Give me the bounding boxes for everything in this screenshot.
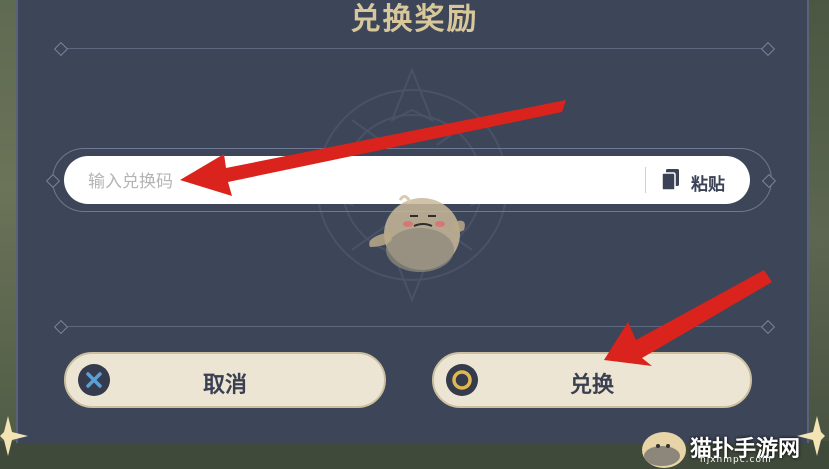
site-url: njxhmpc.com <box>700 455 772 465</box>
corner-star-icon <box>0 416 28 456</box>
annotation-arrow-to-input <box>180 100 772 366</box>
